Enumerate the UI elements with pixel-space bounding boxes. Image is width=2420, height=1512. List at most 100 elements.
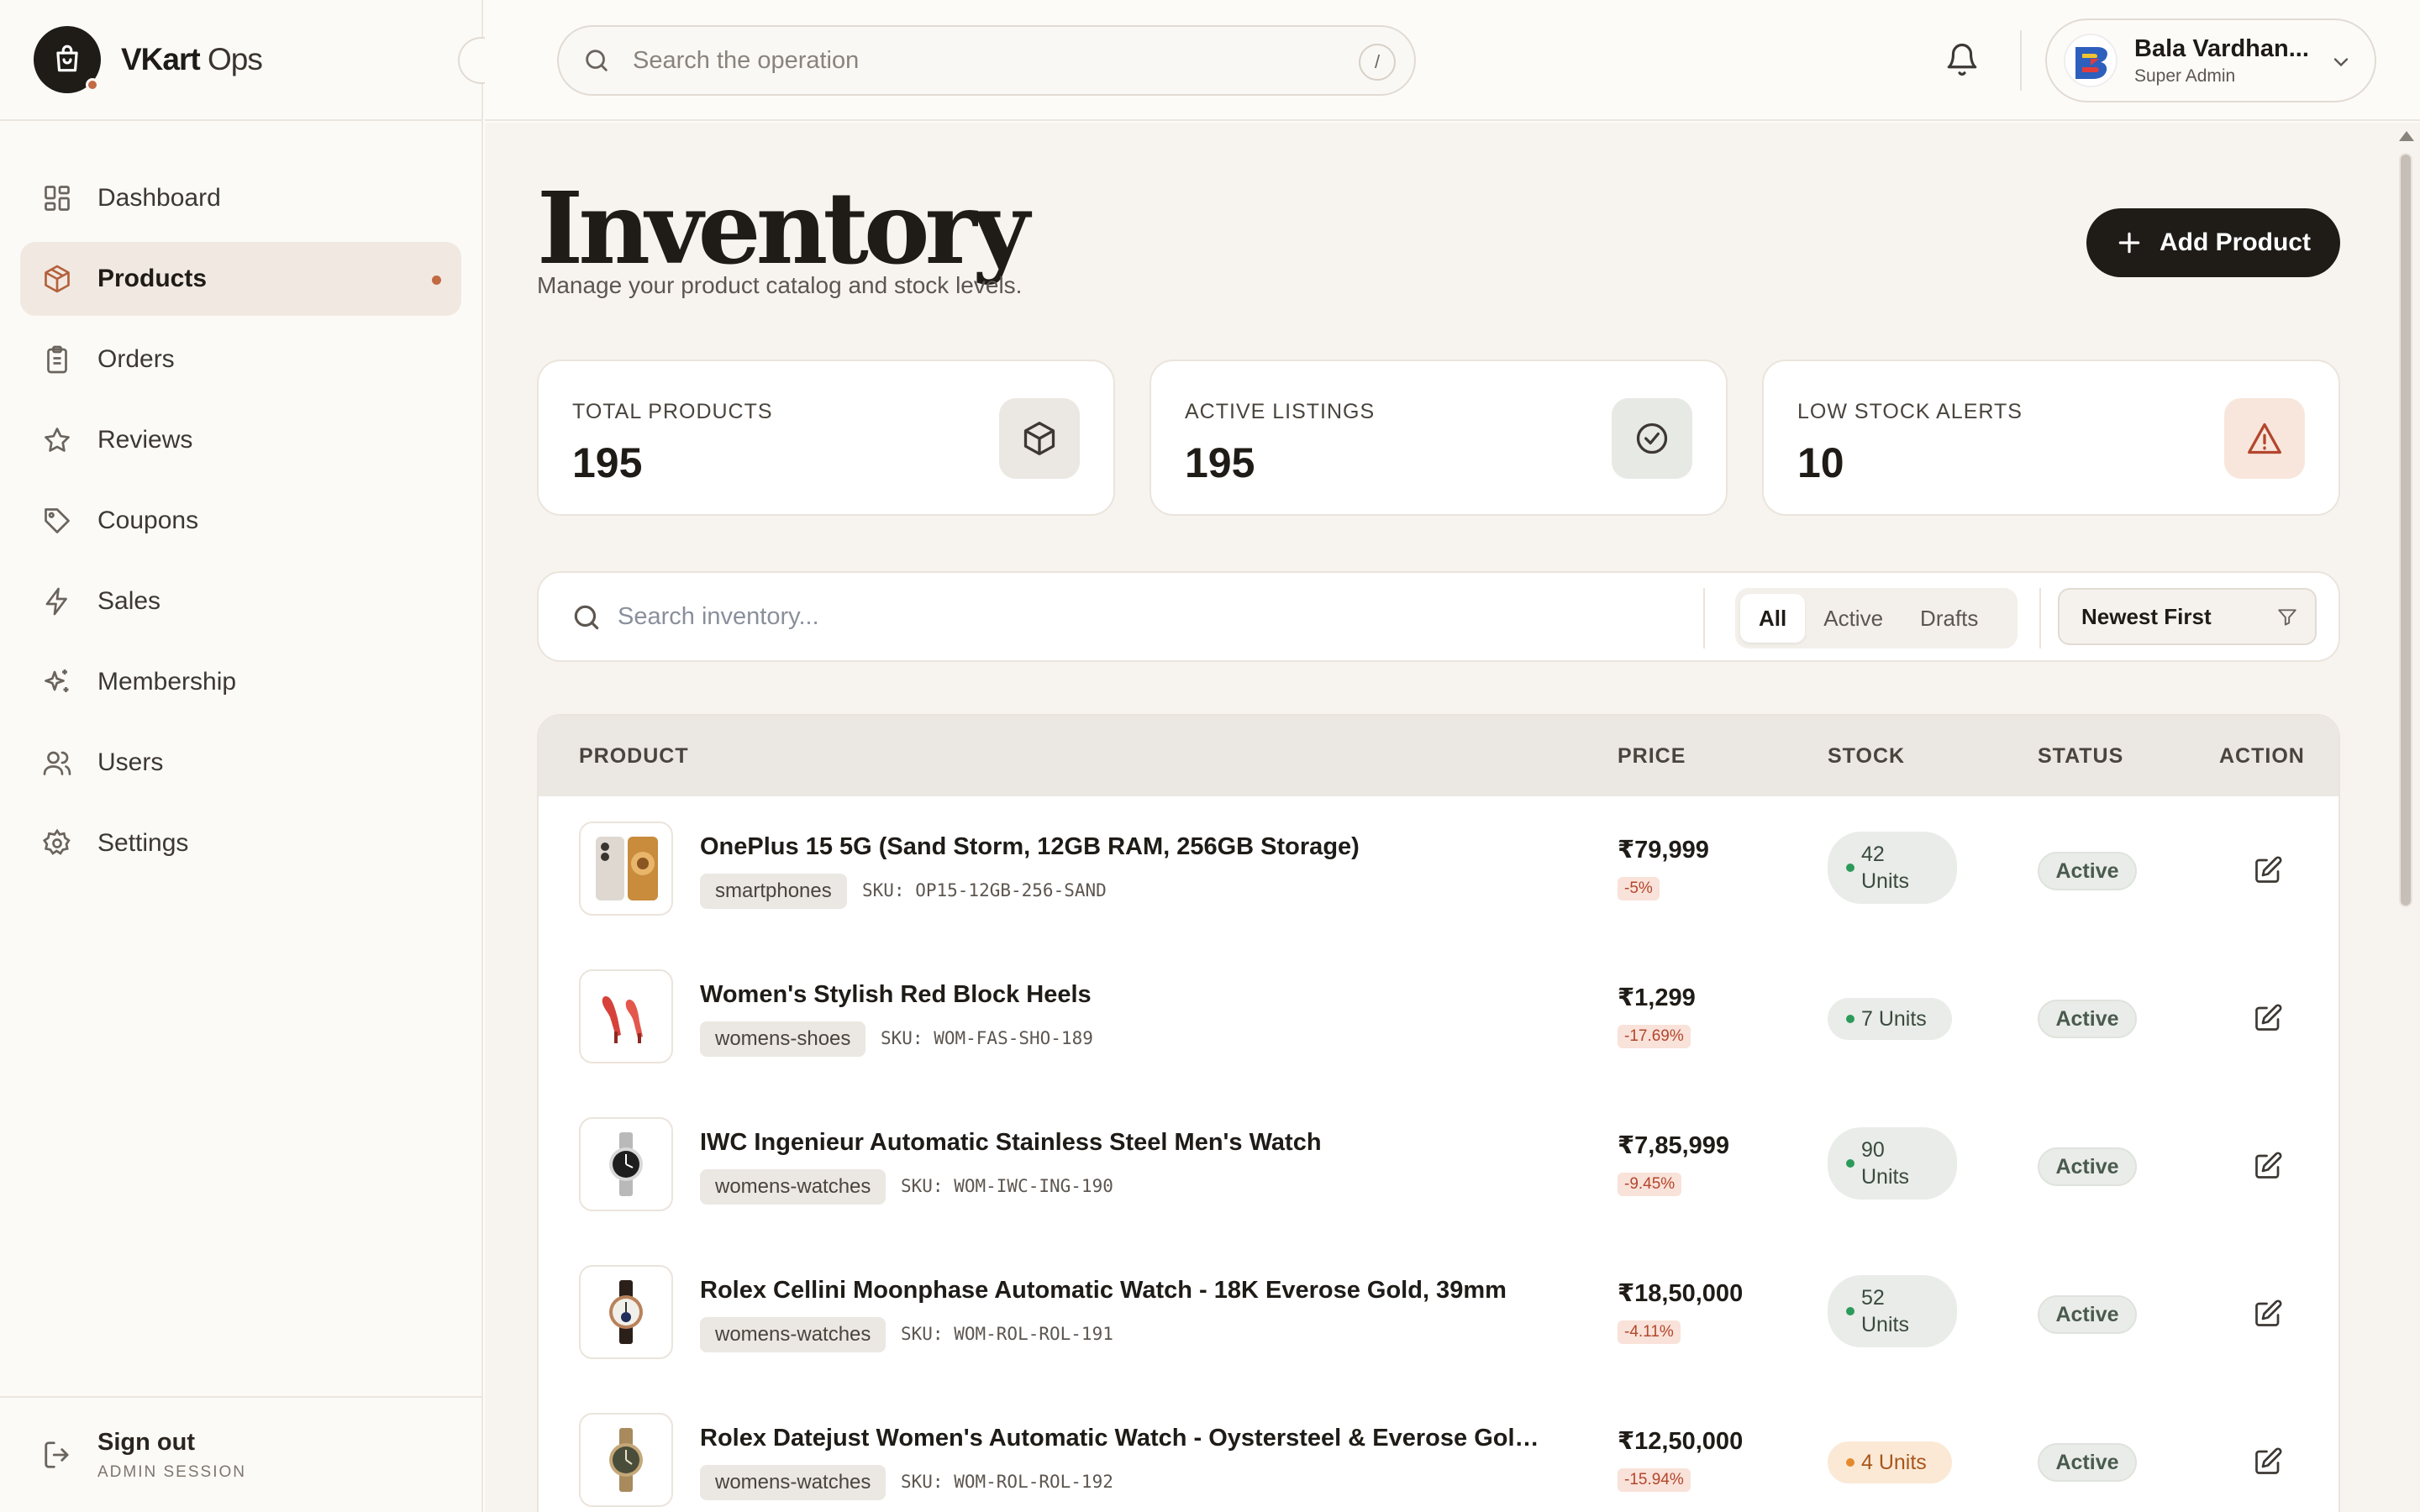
sidebar-item-label: Membership xyxy=(97,668,237,696)
box-icon xyxy=(45,265,70,293)
product-price: ₹18,50,000 xyxy=(1618,1280,1744,1307)
heels-image xyxy=(602,996,643,1043)
stock-count: 42 xyxy=(1861,843,1885,866)
category-tag: womens-watches xyxy=(700,1169,886,1205)
stock-dot xyxy=(1846,864,1854,872)
tab-active[interactable]: Active xyxy=(1805,594,1902,643)
sidebar-item-users[interactable]: Users xyxy=(20,726,461,800)
shopping-bag-icon[interactable] xyxy=(34,26,101,93)
stat-value: 195 xyxy=(572,439,643,486)
product-name[interactable]: OnePlus 15 5G (Sand Storm, 12GB RAM, 256… xyxy=(700,833,1360,861)
status-filter-tabs: All Active Drafts xyxy=(1735,588,2018,648)
product-name[interactable]: IWC Ingenieur Automatic Stainless Steel … xyxy=(700,1129,1322,1157)
tab-all[interactable]: All xyxy=(1740,594,1806,643)
sidebar-item-orders[interactable]: Orders xyxy=(20,323,461,396)
status-badge: Active xyxy=(2038,1443,2137,1482)
search-icon xyxy=(574,605,599,630)
shortcut-key: / xyxy=(1359,44,1396,81)
stock-count: 90 xyxy=(1861,1138,1885,1162)
column-header-price: PRICE xyxy=(1618,744,1686,768)
stock-unit: Units xyxy=(1861,1313,1909,1336)
category-tag: womens-watches xyxy=(700,1465,886,1500)
divider xyxy=(2039,588,2041,648)
stat-card-low-stock: LOW STOCK ALERTS 10 xyxy=(1762,360,2340,516)
search-icon xyxy=(586,50,608,71)
check-circle-icon xyxy=(1612,398,1692,479)
phone-image xyxy=(596,837,658,900)
edit-icon[interactable] xyxy=(2253,1299,2283,1329)
edit-icon[interactable] xyxy=(2253,1446,2283,1477)
edit-icon[interactable] xyxy=(2253,855,2283,885)
stat-label: ACTIVE LISTINGS xyxy=(1185,400,1376,423)
add-product-label: Add Product xyxy=(2160,228,2311,256)
category-tag: womens-shoes xyxy=(700,1021,866,1057)
table-row: Rolex Datejust Women's Automatic Watch -… xyxy=(539,1388,2338,1512)
product-thumbnail xyxy=(579,1117,673,1211)
product-name[interactable]: Rolex Cellini Moonphase Automatic Watch … xyxy=(700,1277,1507,1305)
sidebar-item-label: Settings xyxy=(97,829,189,857)
stock-badge: 7 Units xyxy=(1828,998,1952,1040)
category-tag: womens-watches xyxy=(700,1317,886,1352)
product-price: ₹12,50,000 xyxy=(1618,1428,1744,1455)
product-name[interactable]: Women's Stylish Red Block Heels xyxy=(700,981,1092,1009)
scrollbar[interactable] xyxy=(2392,123,2420,1512)
filter-bar: Search inventory... All Active Drafts Ne… xyxy=(537,571,2340,662)
discount-badge: -5% xyxy=(1618,877,1660,900)
column-header-action: ACTION xyxy=(2219,744,2305,768)
scrollbar-thumb[interactable] xyxy=(2399,153,2412,907)
user-name: Bala Vardhan... xyxy=(2134,34,2309,62)
discount-badge: -15.94% xyxy=(1618,1468,1691,1492)
global-search-input[interactable]: Search the operation / xyxy=(557,25,1416,96)
clipboard-icon xyxy=(47,345,67,374)
tab-drafts[interactable]: Drafts xyxy=(1902,594,1996,643)
product-thumbnail xyxy=(579,969,673,1063)
stock-badge: 42 Units xyxy=(1828,832,1957,904)
admin-session-label: ADMIN SESSION xyxy=(97,1462,246,1481)
stat-label: TOTAL PRODUCTS xyxy=(572,400,773,423)
sidebar-item-products[interactable]: Products xyxy=(20,242,461,316)
sign-out-button[interactable]: Sign out ADMIN SESSION xyxy=(0,1396,481,1512)
sidebar-item-membership[interactable]: Membership xyxy=(20,645,461,719)
filter-icon xyxy=(2278,609,2296,626)
edit-icon[interactable] xyxy=(2253,1151,2283,1181)
product-sku: SKU: WOM-ROL-ROL-192 xyxy=(901,1472,1113,1492)
add-product-button[interactable]: Add Product xyxy=(2086,208,2340,277)
sidebar: VKart Ops Dashboard Products Orders Revi… xyxy=(0,0,505,1512)
table-row: Rolex Cellini Moonphase Automatic Watch … xyxy=(539,1240,2338,1388)
column-header-stock: STOCK xyxy=(1828,744,1906,768)
sidebar-item-label: Products xyxy=(97,265,208,292)
sidebar-item-coupons[interactable]: Coupons xyxy=(20,484,461,558)
sidebar-item-reviews[interactable]: Reviews xyxy=(20,403,461,477)
stock-dot xyxy=(1846,1307,1854,1315)
dashboard-icon xyxy=(45,186,70,211)
sort-select[interactable]: Newest First xyxy=(2058,588,2317,645)
watch-image xyxy=(609,1132,643,1196)
sidebar-item-sales[interactable]: Sales xyxy=(20,564,461,638)
stock-unit: Units xyxy=(1861,869,1909,893)
stock-dot xyxy=(1846,1015,1854,1023)
edit-icon[interactable] xyxy=(2253,1003,2283,1033)
product-thumbnail xyxy=(579,1265,673,1359)
table-row: Women's Stylish Red Block Heels womens-s… xyxy=(539,944,2338,1092)
inventory-search-input[interactable]: Search inventory... xyxy=(618,603,819,631)
sidebar-item-label: Users xyxy=(97,748,164,776)
plus-icon xyxy=(2118,232,2140,254)
sidebar-item-dashboard[interactable]: Dashboard xyxy=(20,161,461,235)
watch-image xyxy=(609,1280,643,1344)
sort-value: Newest First xyxy=(2081,603,2212,629)
product-price: ₹7,85,999 xyxy=(1618,1132,1730,1159)
stock-dot xyxy=(1846,1458,1854,1467)
product-sku: SKU: WOM-FAS-SHO-189 xyxy=(881,1028,1093,1048)
product-sku: SKU: WOM-IWC-ING-190 xyxy=(901,1176,1113,1196)
sidebar-item-label: Coupons xyxy=(97,507,199,534)
avatar xyxy=(2064,34,2118,87)
scroll-up-arrow[interactable] xyxy=(2399,131,2414,141)
user-role: Super Admin xyxy=(2134,66,2236,86)
stock-count: 4 Units xyxy=(1861,1451,1927,1474)
users-icon xyxy=(43,751,71,775)
product-name[interactable]: Rolex Datejust Women's Automatic Watch -… xyxy=(700,1425,1549,1452)
sidebar-item-settings[interactable]: Settings xyxy=(20,806,461,880)
discount-badge: -4.11% xyxy=(1618,1320,1681,1344)
user-profile-menu[interactable]: Bala Vardhan... Super Admin xyxy=(2045,18,2376,102)
bell-icon[interactable] xyxy=(1944,42,1980,77)
